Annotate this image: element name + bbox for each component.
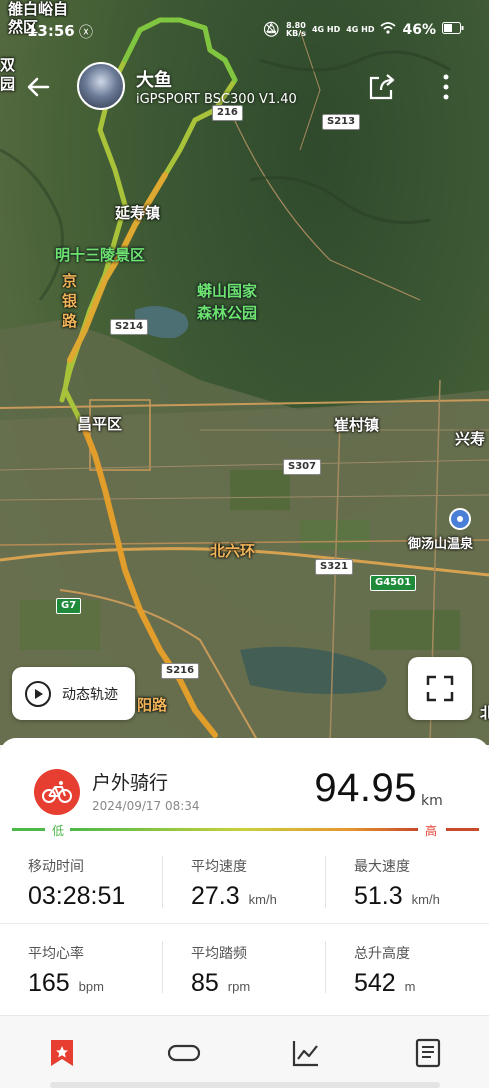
stat-max-speed: 最大速度 51.3 km/h — [354, 856, 440, 911]
home-indicator — [50, 1082, 440, 1088]
share-icon[interactable] — [367, 72, 397, 102]
stat-unit: km/h — [411, 892, 440, 907]
map-terrain — [0, 17, 489, 745]
divider — [325, 941, 326, 993]
route-map[interactable]: 雒白峪自 然区 双 园 延寿镇 明十三陵景区 京 银 路 蟒山国家 森林公园 昌… — [0, 0, 489, 745]
map-label-mangshan: 蟒山国家 — [197, 282, 258, 300]
road-shield: S214 — [110, 319, 149, 335]
mute-icon: 🔕︎ — [262, 22, 280, 38]
bike-icon — [34, 769, 80, 815]
map-label-yanshou: 延寿镇 — [115, 204, 161, 222]
sport-type: 户外骑行 — [92, 772, 169, 794]
road-shield: 216 — [212, 105, 243, 121]
speed-gradient-bar — [70, 828, 418, 831]
stat-unit: km/h — [248, 892, 277, 907]
signal-icon: 4G HD — [346, 25, 375, 34]
fullscreen-icon — [426, 675, 454, 702]
more-options-icon[interactable] — [436, 70, 456, 104]
dynamic-track-button[interactable]: 动态轨迹 — [12, 667, 135, 720]
map-label-changping: 昌平区 — [77, 415, 123, 433]
map-label-cuicun: 崔村镇 — [334, 416, 380, 434]
map-label: 路 — [62, 312, 78, 330]
map-label-beiliuhuan: 北六环 — [210, 542, 256, 560]
device-name: iGPSPORT BSC300 V1.40 — [136, 92, 297, 107]
road-shield: S216 — [161, 663, 200, 679]
road-shield: G4501 — [370, 575, 417, 591]
stat-unit: rpm — [227, 979, 251, 994]
close-circle-icon: ⓧ — [79, 25, 93, 41]
net-speed-unit: KB/s — [285, 29, 306, 38]
chart-icon[interactable] — [291, 1038, 321, 1068]
stat-avg-cadence: 平均踏频 85 rpm — [191, 943, 250, 998]
road-shield: S321 — [315, 559, 354, 575]
stat-unit: bpm — [78, 979, 104, 994]
stat-label: 平均心率 — [28, 946, 84, 962]
map-label-ming13: 明十三陵景区 — [55, 246, 146, 264]
user-name: 大鱼 — [136, 70, 172, 91]
divider — [162, 856, 163, 908]
divider — [162, 941, 163, 993]
map-label: 银 — [62, 292, 78, 310]
wifi-icon — [380, 22, 397, 38]
play-icon — [25, 680, 51, 707]
stat-label: 平均速度 — [191, 859, 247, 875]
divider — [325, 856, 326, 908]
road-shield: S307 — [283, 459, 322, 475]
stat-value: 85 — [191, 969, 219, 997]
divider — [0, 923, 489, 924]
net-speed: 8.80 KB/s — [286, 22, 306, 38]
legend-bar-high — [446, 828, 479, 831]
activity-datetime: 2024/09/17 08:34 — [92, 799, 200, 813]
stat-label: 移动时间 — [28, 859, 84, 875]
stat-avg-heart-rate: 平均心率 165 bpm — [28, 943, 104, 998]
stat-value: 27.3 — [191, 882, 240, 910]
status-bar: 13:56 ⓧ 🔕︎ 8.80 KB/s 4G HD 4G HD 46% — [0, 0, 489, 60]
road-shield: S213 — [322, 114, 361, 130]
road-shield: G7 — [56, 598, 82, 614]
back-arrow-icon[interactable] — [24, 72, 54, 102]
stat-avg-speed: 平均速度 27.3 km/h — [191, 856, 277, 911]
battery-level: 46% — [402, 22, 436, 38]
fullscreen-button[interactable] — [408, 657, 472, 720]
stat-label: 平均踏频 — [191, 946, 247, 962]
status-time: 13:56 — [27, 22, 75, 40]
bookmark-icon[interactable] — [47, 1038, 77, 1068]
map-label: 京 — [62, 272, 78, 290]
legend-low-label: 低 — [52, 824, 65, 838]
avatar[interactable] — [77, 62, 125, 110]
legend-high-label: 高 — [425, 824, 438, 838]
stat-value: 542 — [354, 969, 396, 997]
battery-icon — [442, 22, 464, 38]
stat-value: 165 — [28, 969, 70, 997]
ring-icon[interactable] — [167, 1038, 201, 1068]
stat-label: 最大速度 — [354, 859, 410, 875]
stat-value: 51.3 — [354, 882, 403, 910]
map-label-yanglu: 阳路 — [137, 696, 168, 714]
stat-total-ascent: 总升高度 542 m — [354, 943, 416, 998]
stat-value: 03:28:51 — [28, 882, 126, 910]
map-label: 北 — [480, 704, 489, 722]
document-icon[interactable] — [413, 1038, 443, 1068]
signal-icon: 4G HD — [311, 25, 341, 34]
legend-bar-low — [12, 828, 45, 831]
map-label-yutang: 御汤山温泉 — [408, 537, 474, 552]
dynamic-track-label: 动态轨迹 — [62, 686, 118, 703]
stat-label: 总升高度 — [354, 946, 410, 962]
stat-unit: m — [404, 979, 416, 994]
stat-moving-time: 移动时间 03:28:51 — [28, 856, 127, 911]
map-label: 园 — [0, 75, 16, 93]
map-label-xingshou: 兴寿 — [455, 430, 486, 448]
total-distance: 94.95 — [314, 766, 417, 810]
distance-unit: km — [421, 793, 443, 809]
map-label-mangshan: 森林公园 — [197, 304, 258, 322]
